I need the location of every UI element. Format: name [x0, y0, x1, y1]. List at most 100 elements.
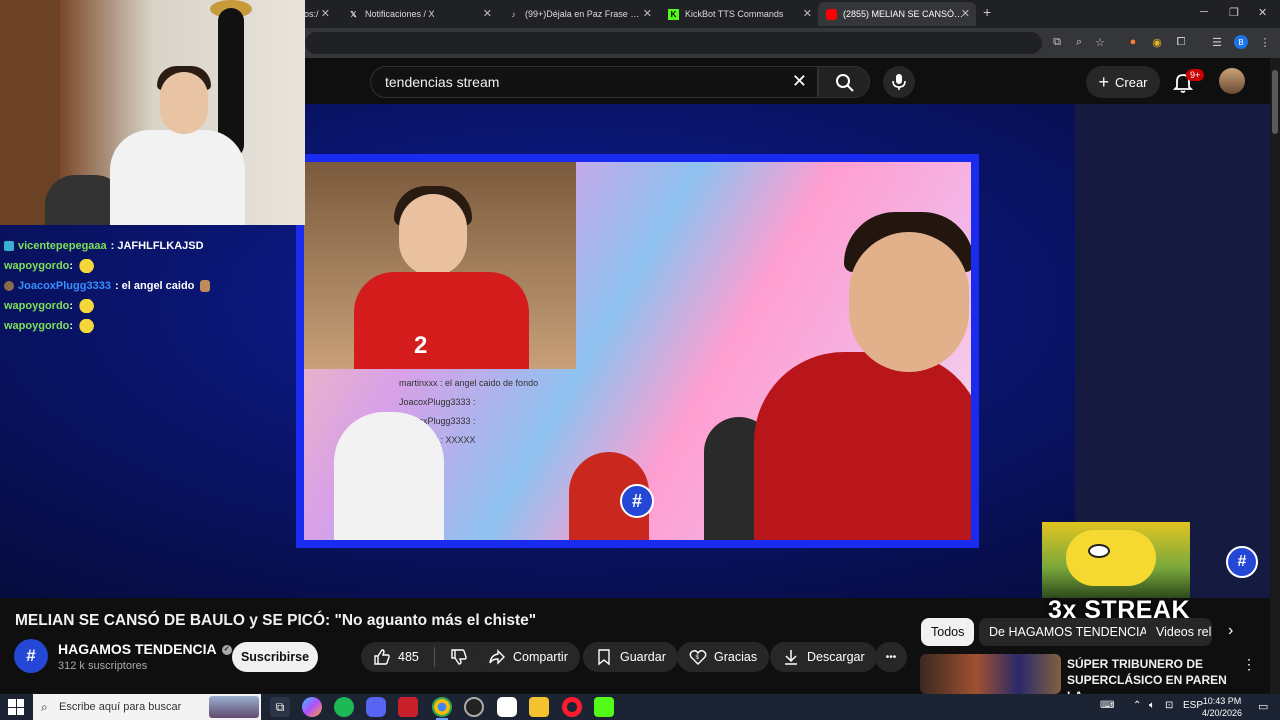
- channel-watermark-icon: #: [620, 484, 654, 518]
- windows-taskbar: ⌕ Escribe aquí para buscar ⧉ ⌨ ⌃ 🔈︎ ⊡ ES…: [0, 694, 1280, 720]
- create-button[interactable]: + Crear: [1086, 66, 1160, 98]
- pip-face: [399, 194, 467, 276]
- keyboard-icon[interactable]: ⌨: [1100, 700, 1114, 711]
- channel-name[interactable]: HAGAMOS TENDENCIA ✓: [58, 641, 232, 657]
- kick-app-icon[interactable]: [594, 697, 614, 717]
- browser-tab-youtube[interactable]: (2855) MELIAN SE CANSÓ DE B ✕: [818, 2, 976, 26]
- microphone-icon: [892, 74, 906, 90]
- file-explorer-icon[interactable]: [529, 697, 549, 717]
- scrollbar-thumb[interactable]: [1272, 70, 1278, 134]
- close-tab-icon[interactable]: ✕: [483, 7, 492, 20]
- streak-emote-eye: [1088, 544, 1110, 558]
- volume-icon[interactable]: 🔈︎: [1149, 700, 1155, 711]
- chip-from-channel[interactable]: De HAGAMOS TENDENCIA: [979, 618, 1158, 646]
- chat-badge-icon: [4, 281, 14, 291]
- jersey-number: 2: [414, 332, 428, 359]
- thumbs-up-icon[interactable]: [373, 648, 391, 666]
- close-tab-icon[interactable]: ✕: [643, 7, 652, 20]
- voice-mod-icon[interactable]: [398, 697, 418, 717]
- discord-icon[interactable]: [366, 697, 386, 717]
- chat-text: :: [69, 300, 74, 312]
- maximize-button[interactable]: ❐: [1229, 6, 1239, 19]
- search-icon: [836, 74, 854, 92]
- extension-color-icon[interactable]: ◉: [1150, 35, 1164, 49]
- video-content-frame: 2 martinxxx : el angel caido de fondo Jo…: [296, 154, 979, 548]
- chip-all[interactable]: Todos: [921, 618, 975, 646]
- channel-avatar[interactable]: #: [14, 639, 48, 673]
- like-count[interactable]: 485: [398, 650, 419, 664]
- more-actions-button[interactable]: •••: [875, 642, 907, 672]
- user-avatar[interactable]: [1219, 68, 1245, 94]
- start-button[interactable]: [8, 699, 24, 715]
- chevron-right-icon[interactable]: ›: [1228, 622, 1233, 640]
- video-main-person: [754, 352, 971, 540]
- address-bar[interactable]: [305, 32, 1042, 54]
- browser-tab-kickbot[interactable]: K KickBot TTS Commands ✕: [660, 2, 818, 26]
- download-button[interactable]: Descargar: [770, 642, 877, 672]
- chat-emote-icon: [200, 280, 211, 292]
- task-view-icon[interactable]: ⧉: [270, 697, 290, 717]
- chip-related[interactable]: Videos rel: [1146, 618, 1212, 646]
- network-icon[interactable]: ⊡: [1165, 700, 1173, 711]
- search-box[interactable]: tendencias stream ✕: [370, 66, 818, 98]
- chat-username: wapoygordo: [4, 260, 70, 272]
- bookmark-star-icon[interactable]: ☆: [1093, 35, 1107, 49]
- browser-tab-notifications[interactable]: 𝕏 Notificaciones / X ✕: [340, 2, 498, 26]
- verified-check-icon: ✓: [221, 645, 232, 656]
- player-branding-icon[interactable]: #: [1226, 546, 1258, 578]
- chat-username: wapoygordo: [4, 300, 70, 312]
- capcut-icon[interactable]: [497, 697, 517, 717]
- show-hidden-icons[interactable]: ⌃: [1133, 700, 1141, 711]
- chat-username: wapoygordo: [4, 320, 70, 332]
- browser-tab-tiktok[interactable]: ♪ (99+)Déjala en Paz Frase Viral e ✕: [500, 2, 658, 26]
- tiktok-icon: ♪: [511, 9, 516, 19]
- bookmark-icon: [598, 649, 610, 666]
- browser-menu-icon[interactable]: ⋮: [1258, 35, 1272, 49]
- spotify-icon[interactable]: [334, 697, 354, 717]
- share-icon: [489, 649, 505, 665]
- obs-icon[interactable]: [464, 697, 484, 717]
- plus-icon: +: [1098, 71, 1109, 92]
- chrome-icon[interactable]: [432, 697, 452, 720]
- cast-icon[interactable]: ⧉: [1050, 35, 1064, 49]
- taskbar-search[interactable]: ⌕ Escribe aquí para buscar: [33, 694, 261, 720]
- more-options-icon[interactable]: ⋮: [1242, 656, 1256, 673]
- profile-icon[interactable]: B: [1234, 35, 1248, 49]
- search-button[interactable]: [818, 66, 870, 98]
- streamer-webcam: [0, 0, 305, 225]
- minimize-button[interactable]: ─: [1200, 6, 1208, 18]
- search-input[interactable]: tendencias stream: [385, 74, 499, 90]
- system-clock[interactable]: 10:43 PM 4/20/2026: [1200, 695, 1244, 719]
- close-tab-icon[interactable]: ✕: [803, 7, 812, 20]
- subscriber-count: 312 k suscriptores: [58, 660, 148, 672]
- chat-emote-icon: [77, 319, 102, 333]
- close-tab-icon[interactable]: ✕: [321, 7, 330, 20]
- opera-icon[interactable]: [562, 697, 582, 717]
- video-pip-camera: 2: [304, 162, 576, 369]
- extensions-puzzle-icon[interactable]: ⧠: [1174, 35, 1188, 49]
- notification-center-icon[interactable]: ▭: [1258, 700, 1268, 713]
- thanks-button[interactable]: $ Gracias: [677, 642, 770, 672]
- stream-chat: vicentepepegaaa : JAFHLFLKAJSD wapoygord…: [0, 236, 300, 336]
- subscribe-button[interactable]: Suscribirse: [232, 642, 318, 672]
- new-tab-button[interactable]: +: [983, 4, 991, 20]
- page-scrollbar[interactable]: [1270, 58, 1280, 694]
- extension-fox-icon[interactable]: ●: [1126, 35, 1140, 49]
- zoom-icon[interactable]: ⌕: [1072, 35, 1086, 49]
- save-button[interactable]: Guardar: [583, 642, 678, 672]
- voice-search-button[interactable]: [883, 66, 915, 98]
- recommended-video[interactable]: SÚPER TRIBUNERO DE SUPERCLÁSICO EN PAREN…: [920, 654, 1260, 703]
- download-icon: [785, 650, 797, 665]
- thumbs-down-icon[interactable]: [450, 648, 468, 666]
- chat-emote-icon: [77, 259, 102, 273]
- reading-list-icon[interactable]: ☰: [1210, 35, 1224, 49]
- chat-message: wapoygordo :: [0, 256, 300, 276]
- copilot-icon[interactable]: [302, 697, 322, 717]
- close-tab-icon[interactable]: ✕: [961, 7, 970, 20]
- recommended-thumbnail[interactable]: [920, 654, 1061, 694]
- close-window-button[interactable]: ✕: [1258, 6, 1267, 19]
- chat-emote-icon: [77, 299, 102, 313]
- clear-search-icon[interactable]: ✕: [792, 71, 807, 92]
- video-main-face: [849, 232, 969, 372]
- share-button[interactable]: Compartir: [476, 642, 580, 672]
